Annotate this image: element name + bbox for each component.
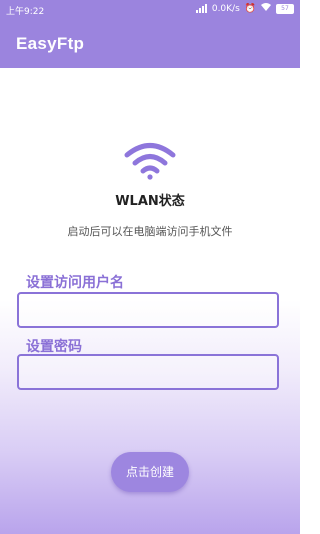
net-speed: 0.0K/s: [211, 3, 240, 14]
wifi-icon: [124, 142, 176, 180]
battery-icon: 57: [276, 3, 294, 14]
status-icons: 0.0K/s ⏰ 57: [195, 3, 294, 14]
status-time: 上午9:22: [6, 7, 45, 17]
wlan-subtitle: 启动后可以在电脑端访问手机文件: [67, 225, 233, 238]
status-bar: 上午9:22 0.0K/s ⏰ 57: [0, 0, 300, 20]
create-button[interactable]: 点击创建: [111, 452, 189, 492]
username-label: 设置访问用户名: [26, 275, 124, 291]
signal-icon: [195, 4, 207, 13]
alarm-icon: ⏰: [244, 3, 256, 14]
wlan-status-title: WLAN状态: [115, 194, 185, 209]
password-input[interactable]: [17, 354, 279, 390]
username-input[interactable]: [17, 292, 279, 328]
app-bar: EasyFtp: [0, 20, 300, 68]
app-title: EasyFtp: [16, 34, 85, 53]
password-label: 设置密码: [26, 339, 82, 355]
wifi-status-icon: [261, 3, 271, 14]
